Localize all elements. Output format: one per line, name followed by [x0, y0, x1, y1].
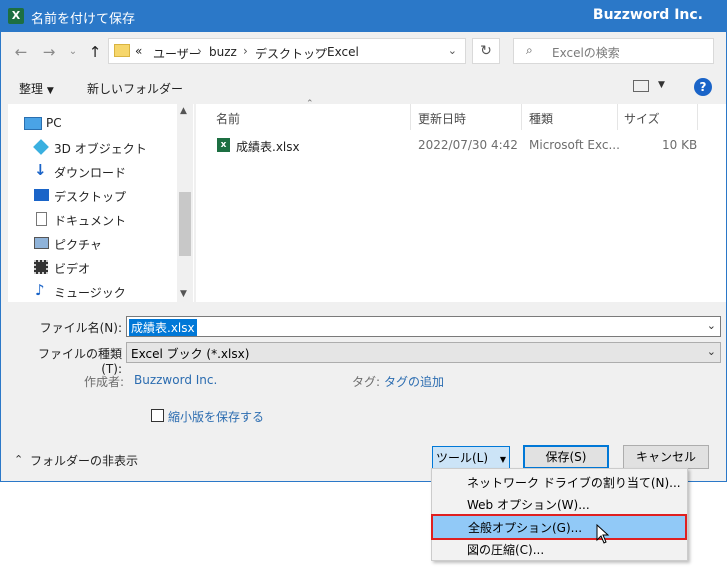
view-dropdown-icon[interactable]: ▼: [658, 80, 665, 90]
chevron-down-icon: ▼: [499, 455, 507, 464]
column-divider[interactable]: [410, 104, 411, 130]
hide-folders-button[interactable]: フォルダーの非表示: [30, 452, 138, 469]
organize-menu[interactable]: 整理 ▼: [19, 80, 54, 97]
breadcrumb-item[interactable]: buzz: [209, 45, 237, 59]
forward-arrow-icon[interactable]: →: [38, 42, 60, 62]
excel-icon: X: [8, 8, 24, 24]
title-bar: X 名前を付けて保存 Buzzword Inc.: [0, 0, 727, 32]
author-field[interactable]: Buzzword Inc.: [134, 373, 217, 387]
chevron-down-icon: ⌄: [706, 345, 716, 358]
document-icon: [36, 212, 47, 226]
menu-item-label: ネットワーク ドライブの割り当て(N)...: [467, 476, 681, 490]
up-arrow-icon[interactable]: ↑: [84, 42, 106, 62]
file-modified: 2022/07/30 4:42: [418, 138, 518, 152]
breadcrumb-separator-icon: ›: [243, 44, 248, 58]
window-title: 名前を付けて保存: [31, 12, 136, 27]
file-size: 10 KB: [662, 138, 698, 152]
column-header-name[interactable]: 名前: [216, 110, 240, 127]
address-bar[interactable]: « ユーザー › buzz › デスクトップ › Excel ⌄: [108, 38, 466, 64]
column-divider[interactable]: [617, 104, 618, 130]
cancel-button[interactable]: キャンセル: [623, 445, 709, 469]
sidebar-item-label: 3D オブジェクト: [54, 142, 147, 156]
tools-label: ツール(L): [435, 451, 489, 465]
scrollbar-thumb[interactable]: [179, 192, 191, 256]
sidebar-item-label: ミュージック: [54, 286, 126, 300]
new-folder-button[interactable]: 新しいフォルダー: [87, 80, 183, 97]
sidebar-item-label: デスクトップ: [54, 190, 127, 204]
breadcrumb-separator-icon: ›: [197, 44, 202, 58]
sidebar-item-label: ピクチャ: [54, 238, 102, 252]
search-box[interactable]: ⌕ Excelの検索: [513, 38, 714, 64]
column-header-modified[interactable]: 更新日時: [418, 110, 466, 127]
organize-label: 整理: [19, 82, 44, 96]
view-options-icon[interactable]: [633, 80, 649, 92]
sort-ascending-icon: ⌃: [306, 99, 314, 109]
chevron-up-icon[interactable]: ⌃: [14, 453, 23, 466]
menu-item-compress-pictures[interactable]: 図の圧縮(C)...: [432, 538, 687, 560]
tools-button[interactable]: ツール(L) ▼: [432, 446, 510, 470]
help-icon[interactable]: ?: [694, 78, 712, 96]
search-placeholder: Excelの検索: [552, 46, 620, 60]
column-divider[interactable]: [697, 104, 698, 130]
recent-chevron-icon[interactable]: ⌄: [62, 42, 84, 62]
menu-item-label: 図の圧縮(C)...: [467, 543, 545, 557]
filename-label: ファイル名(N):: [39, 321, 122, 335]
excel-file-icon: x: [217, 138, 230, 152]
tools-menu: ネットワーク ドライブの割り当て(N)... Web オプション(W)... 全…: [431, 468, 688, 561]
column-divider[interactable]: [521, 104, 522, 130]
save-thumbnail-checkbox[interactable]: [151, 409, 164, 422]
menu-item-label: Web オプション(W)...: [467, 498, 590, 512]
save-button[interactable]: 保存(S): [523, 445, 609, 469]
menu-item-web-options[interactable]: Web オプション(W)...: [432, 493, 687, 515]
folder-icon: [114, 44, 130, 57]
scroll-up-icon[interactable]: ▲: [180, 106, 187, 116]
filetype-value: Excel ブック (*.xlsx): [131, 347, 250, 361]
column-header-type[interactable]: 種類: [529, 110, 553, 127]
picture-icon: [34, 237, 49, 249]
pc-icon: [24, 117, 42, 130]
music-icon: ♪: [35, 281, 45, 299]
filename-value: 成績表.xlsx: [129, 319, 197, 336]
chevron-down-icon: ▼: [46, 86, 54, 96]
sidebar-item-label: ダウンロード: [54, 166, 127, 180]
tags-label: タグ:: [352, 375, 381, 389]
breadcrumb-item[interactable]: ユーザー: [153, 45, 201, 62]
breadcrumb-separator-icon: ›: [315, 44, 320, 58]
download-icon: ↓: [34, 161, 47, 179]
file-name: 成績表.xlsx: [236, 140, 300, 154]
sidebar-item-label: ドキュメント: [54, 214, 127, 228]
save-thumbnail-label[interactable]: 縮小版を保存する: [168, 408, 264, 425]
filetype-label: ファイルの種類(T):: [37, 347, 122, 376]
filetype-select[interactable]: Excel ブック (*.xlsx) ⌄: [126, 342, 721, 363]
breadcrumb-item[interactable]: Excel: [327, 45, 359, 59]
desktop-icon: [34, 189, 49, 201]
author-label: 作成者:: [84, 375, 125, 389]
video-icon: [34, 260, 48, 274]
menu-item-label: 全般オプション(G)...: [468, 521, 583, 535]
menu-item-general-options[interactable]: 全般オプション(G)...: [431, 514, 687, 540]
scroll-down-icon[interactable]: ▼: [180, 289, 187, 299]
breadcrumb-overflow[interactable]: «: [135, 44, 142, 58]
chevron-down-icon[interactable]: ⌄: [707, 319, 716, 332]
mouse-cursor-icon: [596, 524, 610, 544]
file-type: Microsoft Exc...: [529, 138, 620, 152]
column-header-size[interactable]: サイズ: [624, 110, 660, 127]
filename-input[interactable]: 成績表.xlsx ⌄: [126, 316, 721, 337]
refresh-icon[interactable]: ↻: [472, 38, 500, 64]
menu-item-map-network-drive[interactable]: ネットワーク ドライブの割り当て(N)...: [432, 471, 687, 493]
address-dropdown-icon[interactable]: ⌄: [448, 44, 457, 57]
tags-field[interactable]: タグの追加: [384, 373, 444, 390]
table-row[interactable]: x 成績表.xlsx 2022/07/30 4:42 Microsoft Exc…: [210, 134, 710, 156]
sidebar-item-label: ビデオ: [54, 262, 91, 276]
search-icon: ⌕: [526, 43, 533, 57]
back-arrow-icon[interactable]: ←: [10, 42, 32, 62]
sidebar-item-label: PC: [46, 116, 62, 130]
brand-label: Buzzword Inc.: [592, 7, 703, 23]
